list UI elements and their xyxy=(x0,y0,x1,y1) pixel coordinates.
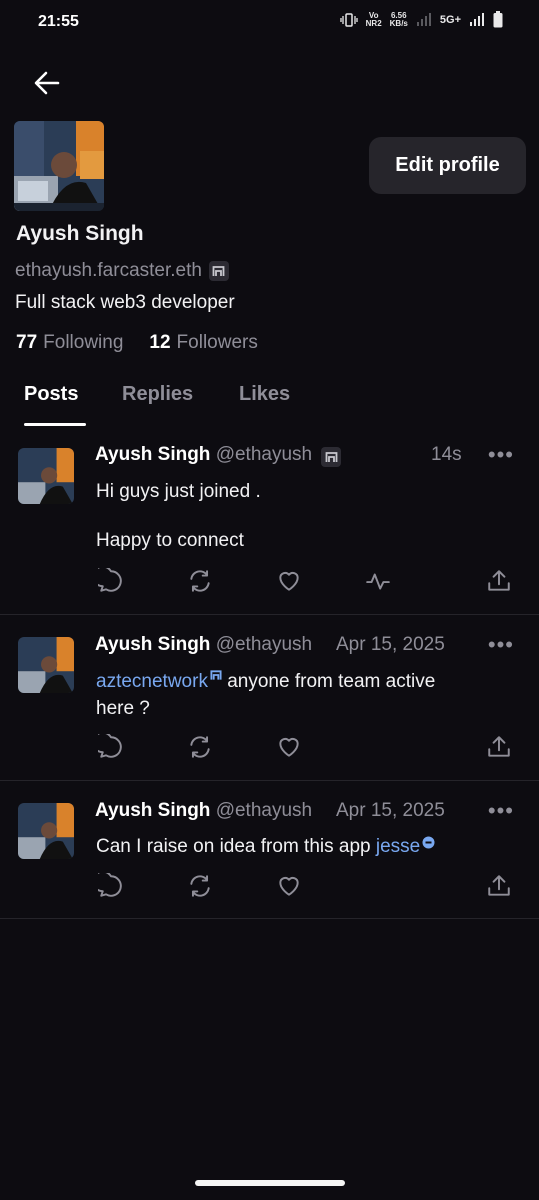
signal-icon xyxy=(416,13,431,26)
farcaster-badge-icon xyxy=(321,447,342,467)
share-icon xyxy=(488,875,510,896)
fname-text: ethayush.farcaster.eth xyxy=(15,260,202,281)
following-link[interactable]: 77 Following xyxy=(16,332,123,354)
username: ethayush.farcaster.eth xyxy=(15,260,229,282)
recast-icon xyxy=(190,570,210,592)
like-button[interactable] xyxy=(276,873,302,899)
post-text: Can I raise on idea from this app jesse xyxy=(96,833,435,860)
share-button[interactable] xyxy=(486,734,512,760)
status-time: 21:55 xyxy=(38,13,79,30)
avatar[interactable] xyxy=(18,637,74,693)
recast-button[interactable] xyxy=(187,873,213,899)
arrow-left-icon xyxy=(34,71,60,95)
author-name: Ayush Singh xyxy=(95,800,211,821)
profile-avatar[interactable] xyxy=(14,121,104,211)
vibrate-icon xyxy=(339,12,358,27)
author-name: Ayush Singh xyxy=(95,634,211,655)
volte-indicator: Vo NR2 xyxy=(365,10,382,28)
like-button[interactable] xyxy=(276,734,302,760)
post-time: Apr 15, 2025 xyxy=(336,800,445,821)
post-text: here ? xyxy=(96,698,150,719)
tab-replies[interactable]: Replies xyxy=(122,383,193,406)
recast-button[interactable] xyxy=(187,734,213,760)
reply-button[interactable] xyxy=(92,870,124,899)
more-options-button[interactable]: ••• xyxy=(488,632,514,658)
farcaster-badge-icon xyxy=(210,670,222,680)
activity-icon xyxy=(366,573,390,590)
share-button[interactable] xyxy=(486,873,512,899)
post-item[interactable]: Ayush Singh @ethayush Apr 15, 2025 ••• a… xyxy=(0,615,539,781)
back-button[interactable] xyxy=(30,68,64,98)
tab-posts[interactable]: Posts xyxy=(24,383,78,406)
post-time: 14s xyxy=(431,444,462,465)
post-item[interactable]: Ayush Singh @ethayush 14s ••• Hi guys ju… xyxy=(0,430,539,615)
mention-link[interactable]: aztecnetwork xyxy=(96,671,208,692)
power-badge-icon xyxy=(422,836,435,849)
battery-icon xyxy=(493,11,503,28)
network-speed: 6.56 KB/s xyxy=(389,10,408,28)
mention-link[interactable]: jesse xyxy=(376,836,420,857)
post-time: Apr 15, 2025 xyxy=(336,634,445,655)
author-name: Ayush Singh xyxy=(95,444,211,465)
comment-icon xyxy=(92,870,122,897)
heart-icon xyxy=(279,876,299,896)
author-handle: @ethayush xyxy=(215,634,313,655)
post-header: Ayush Singh @ethayush xyxy=(95,800,312,822)
signal-icon xyxy=(470,13,484,26)
post-header: Ayush Singh @ethayush xyxy=(95,444,342,467)
comment-icon xyxy=(92,565,122,592)
recast-icon xyxy=(190,736,210,758)
recast-icon xyxy=(190,875,210,897)
home-indicator[interactable] xyxy=(195,1180,345,1186)
edit-profile-button[interactable]: Edit profile xyxy=(369,137,526,194)
author-handle: @ethayush xyxy=(215,800,313,821)
bio: Full stack web3 developer xyxy=(15,292,235,313)
share-button[interactable] xyxy=(486,568,512,594)
recast-button[interactable] xyxy=(187,568,213,594)
heart-icon xyxy=(279,737,299,757)
more-options-button[interactable]: ••• xyxy=(488,798,514,824)
share-icon xyxy=(488,736,510,757)
status-icons: Vo NR2 6.56 KB/s 5G+ xyxy=(339,10,503,28)
post-item[interactable]: Ayush Singh @ethayush Apr 15, 2025 ••• C… xyxy=(0,781,539,919)
followers-link[interactable]: 12 Followers xyxy=(149,332,257,354)
tab-likes[interactable]: Likes xyxy=(239,383,290,406)
author-handle: @ethayush xyxy=(215,444,313,465)
reply-button[interactable] xyxy=(92,731,124,760)
network-type: 5G+ xyxy=(439,13,461,26)
heart-icon xyxy=(279,571,299,591)
comment-icon xyxy=(92,731,122,758)
avatar[interactable] xyxy=(18,448,74,504)
like-button[interactable] xyxy=(276,568,302,594)
active-tab-indicator xyxy=(24,423,86,426)
post-text: Happy to connect xyxy=(96,530,244,551)
post-text: Hi guys just joined . xyxy=(96,481,261,502)
display-name: Ayush Singh xyxy=(16,222,144,245)
share-icon xyxy=(488,570,510,591)
post-text: aztecnetwork anyone from team active xyxy=(96,670,436,692)
follow-stats: 77 Following 12 Followers xyxy=(16,332,258,354)
farcaster-badge-icon xyxy=(208,261,229,281)
more-options-button[interactable]: ••• xyxy=(488,442,514,468)
activity-button[interactable] xyxy=(365,568,391,594)
reply-button[interactable] xyxy=(92,565,124,594)
avatar[interactable] xyxy=(18,803,74,859)
post-header: Ayush Singh @ethayush xyxy=(95,634,312,656)
